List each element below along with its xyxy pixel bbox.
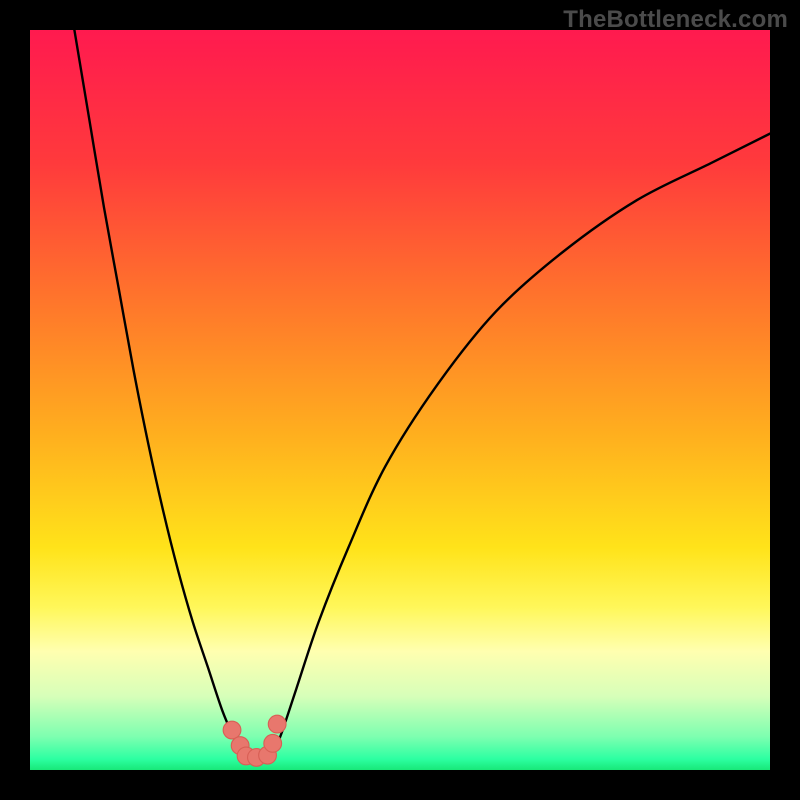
valley-marker	[223, 721, 241, 739]
gradient-background	[30, 30, 770, 770]
bottleneck-chart	[30, 30, 770, 770]
valley-marker	[268, 715, 286, 733]
valley-marker	[264, 734, 282, 752]
chart-frame: TheBottleneck.com	[0, 0, 800, 800]
plot-area	[30, 30, 770, 770]
